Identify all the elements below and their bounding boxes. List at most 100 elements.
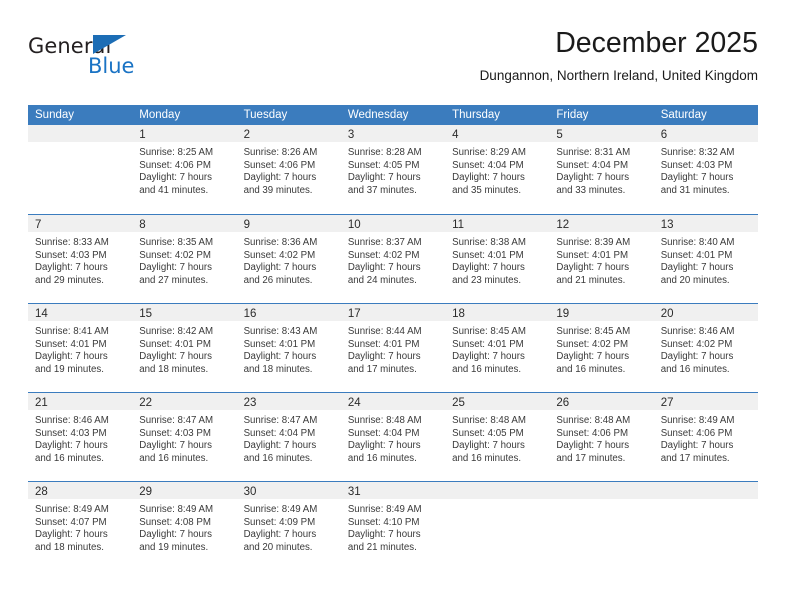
day-sun-info: Sunrise: 8:45 AM Sunset: 4:01 PM Daylight:… xyxy=(445,321,549,376)
sunset-text: Sunset: 4:01 PM xyxy=(452,249,524,261)
day-number-band: 9 xyxy=(236,215,341,232)
calendar-day-cell[interactable]: 28 Sunrise: 8:49 AM Sunset: 4:07 PM Dayligh… xyxy=(28,482,133,570)
day-number: 4 xyxy=(452,129,459,141)
day-sun-info: Sunrise: 8:48 AM Sunset: 4:04 PM Daylight:… xyxy=(341,410,445,465)
day-number: 5 xyxy=(556,129,563,141)
day-sun-info: Sunrise: 8:48 AM Sunset: 4:06 PM Daylight:… xyxy=(549,410,653,465)
day-number-band: 2 xyxy=(236,125,341,142)
calendar-day-cell[interactable]: 19 Sunrise: 8:45 AM Sunset: 4:02 PM Dayligh… xyxy=(549,304,654,392)
calendar-day-cell[interactable]: 15 Sunrise: 8:42 AM Sunset: 4:01 PM Dayligh… xyxy=(132,304,237,392)
sunset-text: Sunset: 4:01 PM xyxy=(243,338,316,350)
day-sun-info: Sunrise: 8:49 AM Sunset: 4:08 PM Daylight:… xyxy=(132,499,236,554)
day-number: 26 xyxy=(556,397,570,409)
calendar-day-cell[interactable]: 6 Sunrise: 8:32 AM Sunset: 4:03 PM Daylight… xyxy=(653,125,758,214)
day-number-band: 15 xyxy=(132,304,237,321)
sunset-text: Sunset: 4:05 PM xyxy=(452,427,524,439)
daylight-text-line2: and 24 minutes. xyxy=(347,274,417,286)
sunrise-text: Sunrise: 8:49 AM xyxy=(660,415,735,426)
sunset-text: Sunset: 4:10 PM xyxy=(347,516,420,528)
day-number-band xyxy=(549,482,654,499)
calendar-day-cell[interactable]: 11 Sunrise: 8:38 AM Sunset: 4:01 PM Dayligh… xyxy=(445,215,550,303)
daylight-text-line2: and 18 minutes. xyxy=(243,363,313,375)
sunset-text: Sunset: 4:03 PM xyxy=(660,159,733,171)
day-number-band xyxy=(445,482,550,499)
daylight-text-line2: and 17 minutes. xyxy=(347,363,417,375)
calendar-day-cell[interactable]: 26 Sunrise: 8:48 AM Sunset: 4:06 PM Dayligh… xyxy=(549,393,654,481)
day-number-band: 22 xyxy=(132,393,237,410)
calendar-day-cell[interactable]: 27 Sunrise: 8:49 AM Sunset: 4:06 PM Dayligh… xyxy=(653,393,758,481)
calendar-day-cell[interactable]: 16 Sunrise: 8:43 AM Sunset: 4:01 PM Dayligh… xyxy=(236,304,341,392)
day-number-band: 27 xyxy=(653,393,758,410)
daylight-text-line1: Daylight: 7 hours xyxy=(452,262,525,274)
daylight-text-line1: Daylight: 7 hours xyxy=(452,172,525,184)
calendar-day-cell[interactable]: 3 Sunrise: 8:28 AM Sunset: 4:05 PM Daylight… xyxy=(340,125,446,214)
day-number-band: 7 xyxy=(28,215,133,232)
sunrise-text: Sunrise: 8:41 AM xyxy=(35,326,109,337)
calendar-day-cell[interactable]: 22 Sunrise: 8:47 AM Sunset: 4:03 PM Dayligh… xyxy=(132,393,237,481)
calendar-day-cell[interactable]: 10 Sunrise: 8:37 AM Sunset: 4:02 PM Dayligh… xyxy=(340,215,446,303)
daylight-text-line2: and 27 minutes. xyxy=(139,274,209,286)
day-number: 3 xyxy=(347,129,355,141)
daylight-text-line2: and 33 minutes. xyxy=(556,184,626,196)
daylight-text-line2: and 21 minutes. xyxy=(347,541,417,553)
day-number: 14 xyxy=(35,308,48,320)
sunrise-text: Sunrise: 8:44 AM xyxy=(347,326,422,337)
calendar-day-cell[interactable]: 1 Sunrise: 8:25 AM Sunset: 4:06 PM Daylight… xyxy=(132,125,237,214)
calendar-table: Sunday Monday Tuesday Wednesday Thursday… xyxy=(28,105,758,570)
sunrise-text: Sunrise: 8:39 AM xyxy=(556,237,631,248)
calendar-day-cell[interactable]: 17 Sunrise: 8:44 AM Sunset: 4:01 PM Dayligh… xyxy=(340,304,446,392)
calendar-day-cell[interactable]: 25 Sunrise: 8:48 AM Sunset: 4:05 PM Dayligh… xyxy=(445,393,550,481)
day-number: 1 xyxy=(139,129,146,141)
day-sun-info: Sunrise: 8:38 AM Sunset: 4:01 PM Daylight:… xyxy=(445,232,549,287)
calendar-day-cell[interactable]: 12 Sunrise: 8:39 AM Sunset: 4:01 PM Dayligh… xyxy=(549,215,654,303)
calendar-page: General Blue December 2025 Dungannon, No… xyxy=(0,0,792,612)
daylight-text-line2: and 41 minutes. xyxy=(139,184,209,196)
sunrise-text: Sunrise: 8:47 AM xyxy=(243,415,318,426)
day-number-band: 12 xyxy=(549,215,654,232)
page-subtitle: Dungannon, Northern Ireland, United King… xyxy=(479,68,758,83)
day-number: 2 xyxy=(243,129,250,141)
calendar-day-cell[interactable]: 21 Sunrise: 8:46 AM Sunset: 4:03 PM Dayligh… xyxy=(28,393,133,481)
day-number-band xyxy=(28,125,133,142)
daylight-text-line2: and 16 minutes. xyxy=(452,452,522,464)
calendar-day-cell[interactable]: 14 Sunrise: 8:41 AM Sunset: 4:01 PM Dayligh… xyxy=(28,304,133,392)
calendar-day-cell[interactable]: 4 Sunrise: 8:29 AM Sunset: 4:04 PM Daylight… xyxy=(445,125,550,214)
sunrise-text: Sunrise: 8:31 AM xyxy=(556,147,631,158)
calendar-day-cell[interactable]: 24 Sunrise: 8:48 AM Sunset: 4:04 PM Dayligh… xyxy=(340,393,446,481)
sunrise-text: Sunrise: 8:46 AM xyxy=(35,415,109,426)
sunset-text: Sunset: 4:06 PM xyxy=(243,159,316,171)
day-number: 20 xyxy=(660,308,674,320)
daylight-text-line2: and 16 minutes. xyxy=(35,452,104,464)
sunrise-text: Sunrise: 8:38 AM xyxy=(452,237,526,248)
calendar-day-cell[interactable]: 5 Sunrise: 8:31 AM Sunset: 4:04 PM Daylight… xyxy=(549,125,654,214)
daylight-text-line2: and 23 minutes. xyxy=(452,274,522,286)
weekday-header-wednesday: Wednesday xyxy=(347,109,409,121)
calendar-day-cell[interactable]: 29 Sunrise: 8:49 AM Sunset: 4:08 PM Dayligh… xyxy=(132,482,237,570)
daylight-text-line1: Daylight: 7 hours xyxy=(139,529,212,541)
daylight-text-line1: Daylight: 7 hours xyxy=(35,529,108,541)
calendar-day-cell[interactable]: 9 Sunrise: 8:36 AM Sunset: 4:02 PM Daylight… xyxy=(236,215,341,303)
day-sun-info: Sunrise: 8:49 AM Sunset: 4:07 PM Daylight:… xyxy=(28,499,132,554)
day-number-band: 20 xyxy=(653,304,758,321)
daylight-text-line1: Daylight: 7 hours xyxy=(139,262,212,274)
calendar-day-cell[interactable]: 20 Sunrise: 8:46 AM Sunset: 4:02 PM Dayligh… xyxy=(653,304,758,392)
calendar-day-cell-empty xyxy=(653,482,758,570)
daylight-text-line2: and 16 minutes. xyxy=(139,452,209,464)
calendar-day-cell[interactable]: 13 Sunrise: 8:40 AM Sunset: 4:01 PM Dayligh… xyxy=(653,215,758,303)
generalblue-logo[interactable]: General Blue xyxy=(28,34,228,86)
calendar-day-cell[interactable]: 7 Sunrise: 8:33 AM Sunset: 4:03 PM Daylight… xyxy=(28,215,133,303)
calendar-day-cell[interactable]: 2 Sunrise: 8:26 AM Sunset: 4:06 PM Daylight… xyxy=(236,125,341,214)
calendar-day-cell[interactable]: 23 Sunrise: 8:47 AM Sunset: 4:04 PM Dayligh… xyxy=(236,393,341,481)
daylight-text-line2: and 18 minutes. xyxy=(139,363,209,375)
calendar-day-cell[interactable]: 31 Sunrise: 8:49 AM Sunset: 4:10 PM Dayligh… xyxy=(340,482,446,570)
calendar-day-cell[interactable]: 8 Sunrise: 8:35 AM Sunset: 4:02 PM Daylight… xyxy=(132,215,237,303)
daylight-text-line2: and 29 minutes. xyxy=(35,274,104,286)
calendar-day-cell[interactable]: 18 Sunrise: 8:45 AM Sunset: 4:01 PM Dayligh… xyxy=(445,304,550,392)
sunset-text: Sunset: 4:07 PM xyxy=(35,516,107,528)
calendar-day-cell[interactable]: 30 Sunrise: 8:49 AM Sunset: 4:09 PM Dayligh… xyxy=(236,482,341,570)
sunset-text: Sunset: 4:01 PM xyxy=(35,338,107,350)
daylight-text-line2: and 18 minutes. xyxy=(35,541,104,553)
day-number-band: 3 xyxy=(340,125,446,142)
day-number: 28 xyxy=(35,486,48,498)
calendar-weeks: 1 Sunrise: 8:25 AM Sunset: 4:06 PM Daylight… xyxy=(28,125,758,570)
